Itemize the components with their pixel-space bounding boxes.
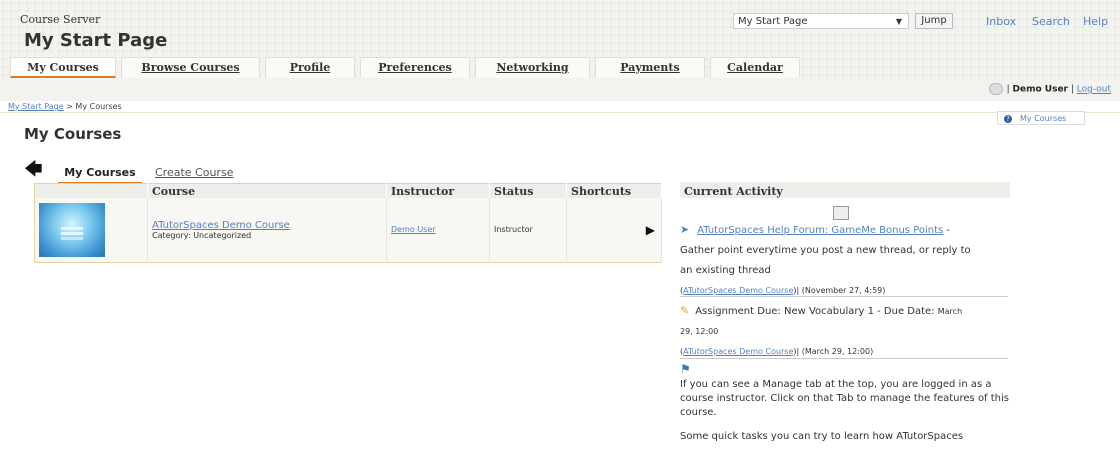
enter-course-icon[interactable]: ▶ bbox=[646, 223, 655, 237]
tab-label: Browse Courses bbox=[141, 61, 240, 74]
tab-networking[interactable]: Networking bbox=[475, 57, 590, 78]
activity-assignment-item: ✎ Assignment Due: New Vocabulary 1 - Due… bbox=[680, 301, 1010, 362]
tab-label: Networking bbox=[496, 61, 569, 74]
back-arrow-icon[interactable]: 🡄 bbox=[24, 161, 43, 179]
subtab-create-course[interactable]: Create Course bbox=[155, 166, 233, 180]
manage-tab-text: If you can see a Manage tab at the top, … bbox=[680, 379, 1010, 418]
tab-calendar[interactable]: Calendar bbox=[710, 57, 800, 78]
chevron-down-icon: ▼ bbox=[895, 17, 902, 26]
assignment-text: Assignment Due: New Vocabulary 1 - Due D… bbox=[695, 306, 935, 317]
search-link[interactable]: Search bbox=[1032, 15, 1070, 28]
assignment-date-a: March bbox=[937, 307, 963, 316]
activity-quick-tasks: Some quick tasks you can try to learn ho… bbox=[680, 427, 1010, 447]
tab-label: My Courses bbox=[27, 61, 99, 74]
tab-browse-courses[interactable]: Browse Courses bbox=[121, 57, 260, 78]
page-title: My Start Page bbox=[24, 30, 168, 51]
section-title: My Courses bbox=[24, 125, 122, 143]
instructor-cell: Demo User bbox=[386, 198, 490, 263]
th-status: Status bbox=[489, 183, 567, 198]
forum-link[interactable]: ATutorSpaces Help Forum: GameMe Bonus Po… bbox=[697, 225, 943, 236]
activity-manage-item: ⚑ If you can see a Manage tab at the top… bbox=[680, 362, 1010, 420]
help-box[interactable]: ? My Courses bbox=[997, 111, 1085, 125]
site-name: Course Server bbox=[20, 13, 101, 26]
tab-preferences[interactable]: Preferences bbox=[360, 57, 470, 78]
forum-desc-a: Gather point everytime you post a new th… bbox=[680, 245, 971, 256]
course-link[interactable]: ATutorSpaces Demo Course bbox=[152, 220, 382, 231]
tab-label: Preferences bbox=[378, 61, 452, 74]
table-row: ATutorSpaces Demo Course Category: Uncat… bbox=[34, 198, 662, 263]
subtab-my-courses[interactable]: My Courses bbox=[58, 166, 142, 184]
user-name: Demo User bbox=[1012, 84, 1068, 95]
activity-image-icon bbox=[833, 206, 849, 220]
tab-label: Profile bbox=[289, 61, 331, 74]
breadcrumb-current: > My Courses bbox=[66, 102, 122, 111]
status-cell: Instructor bbox=[489, 198, 567, 263]
activity-title: Current Activity bbox=[680, 182, 1010, 198]
breadcrumb: My Start Page > My Courses bbox=[8, 102, 122, 111]
forum-icon: ➤ bbox=[680, 223, 690, 236]
activity-forum-item: ➤ ATutorSpaces Help Forum: GameMe Bonus … bbox=[680, 220, 1010, 301]
divider bbox=[0, 112, 1120, 113]
assignment-date: (March 29, 12:00) bbox=[801, 347, 874, 356]
tab-my-courses[interactable]: My Courses bbox=[10, 57, 116, 78]
quick-tasks-text: Some quick tasks you can try to learn ho… bbox=[680, 431, 964, 442]
breadcrumb-start-page[interactable]: My Start Page bbox=[8, 102, 64, 111]
logout-link[interactable]: Log-out bbox=[1077, 85, 1111, 95]
tab-label: Payments bbox=[620, 61, 680, 74]
divider bbox=[680, 296, 1008, 297]
user-info: | Demo User | Log-out bbox=[988, 83, 1111, 95]
inbox-link[interactable]: Inbox bbox=[986, 15, 1016, 28]
page-header: Course Server My Start Page My Start Pag… bbox=[0, 0, 1120, 90]
help-link-label: My Courses bbox=[1020, 114, 1067, 123]
assignment-course-link[interactable]: ATutorSpaces Demo Course bbox=[683, 347, 793, 356]
assignment-date-b: 29, 12:00 bbox=[680, 327, 719, 336]
th-shortcuts: Shortcuts bbox=[566, 183, 662, 198]
tab-profile[interactable]: Profile bbox=[265, 57, 355, 78]
table-header-row: Course Instructor Status Shortcuts bbox=[34, 183, 662, 198]
tab-payments[interactable]: Payments bbox=[595, 57, 705, 78]
courses-table: Course Instructor Status Shortcuts ATuto… bbox=[34, 183, 662, 263]
th-thumbnail bbox=[34, 183, 148, 198]
course-thumbnail[interactable] bbox=[39, 203, 105, 257]
divider bbox=[680, 358, 1008, 359]
pencil-icon: ✎ bbox=[680, 304, 690, 317]
thumbnail-cell bbox=[34, 198, 148, 263]
course-cell: ATutorSpaces Demo Course Category: Uncat… bbox=[147, 198, 387, 263]
current-activity: Current Activity ➤ ATutorSpaces Help For… bbox=[680, 182, 1010, 442]
th-instructor: Instructor bbox=[386, 183, 490, 198]
jump-button[interactable]: Jump bbox=[915, 13, 953, 29]
jump-select-value: My Start Page bbox=[738, 16, 808, 27]
user-icon bbox=[988, 83, 1003, 95]
tab-label: Calendar bbox=[727, 61, 783, 74]
help-icon: ? bbox=[1004, 114, 1012, 123]
flag-icon: ⚑ bbox=[680, 362, 691, 376]
status-text: Instructor bbox=[494, 225, 533, 234]
th-course: Course bbox=[147, 183, 387, 198]
forum-date: (November 27, 4:59) bbox=[801, 286, 886, 295]
course-category: Category: Uncategorized bbox=[152, 231, 252, 240]
jump-select[interactable]: My Start Page ▼ bbox=[733, 13, 909, 29]
help-link[interactable]: Help bbox=[1083, 15, 1108, 28]
shortcuts-cell: ▶ bbox=[566, 198, 662, 263]
instructor-link[interactable]: Demo User bbox=[391, 225, 436, 234]
sub-bar bbox=[0, 79, 1120, 101]
forum-course-link[interactable]: ATutorSpaces Demo Course bbox=[683, 286, 793, 295]
forum-desc-b: an existing thread bbox=[680, 265, 771, 276]
